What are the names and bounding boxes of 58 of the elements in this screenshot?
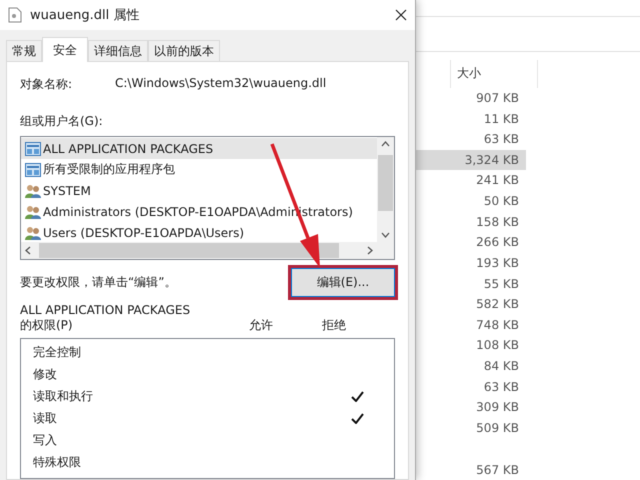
horizontal-scrollbar[interactable] bbox=[21, 242, 377, 259]
users-group-icon bbox=[25, 226, 41, 240]
column-header: 拒绝 bbox=[322, 318, 346, 332]
file-size: 567 KB bbox=[475, 462, 520, 479]
group-name: 所有受限制的应用程序包 bbox=[43, 161, 175, 178]
group-name: SYSTEM bbox=[43, 184, 91, 198]
file-size: 50 KB bbox=[482, 193, 520, 210]
group-item[interactable]: Users (DESKTOP-E1OAPDA\Users) bbox=[21, 222, 377, 242]
permission-name: 完全控制 bbox=[33, 344, 81, 358]
group-item[interactable]: 所有受限制的应用程序包 bbox=[21, 159, 377, 180]
file-size: 309 KB bbox=[475, 399, 520, 416]
window-title: wuaueng.dll 属性 bbox=[30, 7, 140, 24]
group-name: Users (DESKTOP-E1OAPDA\Users) bbox=[43, 226, 244, 240]
tab[interactable]: 详细信息 bbox=[88, 40, 148, 61]
column-header: 允许 bbox=[249, 318, 273, 332]
file-size: 193 KB bbox=[475, 254, 520, 272]
group-name: ALL APPLICATION PACKAGES bbox=[43, 142, 214, 156]
file-size: 158 KB bbox=[475, 214, 520, 231]
edit-hint: 要更改权限，请单击“编辑”。 bbox=[20, 274, 176, 291]
scrollbar-thumb[interactable] bbox=[378, 155, 393, 211]
tab[interactable]: 以前的版本 bbox=[148, 40, 220, 61]
object-path: C:\Windows\System32\wuaueng.dll bbox=[115, 76, 326, 92]
file-icon bbox=[8, 7, 22, 23]
file-size: 108 KB bbox=[475, 337, 520, 354]
permissions-subject: ALL APPLICATION PACKAGES bbox=[20, 303, 192, 317]
users-group-icon bbox=[25, 204, 41, 218]
permission-name: 读取和执行 bbox=[33, 388, 93, 402]
file-size: 84 KB bbox=[482, 358, 520, 376]
permission-name: 读取 bbox=[33, 410, 57, 424]
group-item[interactable]: SYSTEM bbox=[21, 180, 377, 201]
file-size: 509 KB bbox=[475, 420, 520, 437]
file-size: 63 KB bbox=[482, 131, 520, 148]
package-group-icon bbox=[25, 162, 41, 176]
close-icon[interactable] bbox=[395, 9, 407, 21]
permission-name: 修改 bbox=[33, 366, 57, 380]
permission-name: 写入 bbox=[33, 432, 57, 446]
package-group-icon bbox=[25, 142, 41, 156]
users-group-icon bbox=[25, 184, 41, 198]
file-size: 55 KB bbox=[482, 276, 520, 293]
group-item[interactable]: ALL APPLICATION PACKAGES bbox=[21, 138, 377, 159]
file-size: 63 KB bbox=[482, 378, 520, 396]
file-size: 241 KB bbox=[475, 172, 520, 190]
vertical-scrollbar[interactable] bbox=[377, 137, 394, 242]
edit-button[interactable]: 编辑(E)... bbox=[291, 268, 395, 297]
column-header[interactable]: 大小 bbox=[450, 60, 538, 88]
permissions-label: 的权限(P) bbox=[20, 318, 73, 332]
file-size: 907 KB bbox=[475, 90, 520, 107]
tab[interactable]: 安全 bbox=[42, 37, 88, 62]
file-size: 3,324 KB bbox=[416, 150, 526, 170]
object-name-label: 对象名称: bbox=[20, 76, 74, 93]
tab[interactable]: 常规 bbox=[6, 40, 42, 61]
file-size: 266 KB bbox=[475, 234, 520, 252]
file-size: 11 KB bbox=[482, 110, 520, 128]
groups-label: 组或用户名(G): bbox=[20, 113, 104, 130]
file-size: 748 KB bbox=[475, 316, 520, 334]
permission-name: 特殊权限 bbox=[33, 454, 81, 468]
scrollbar-thumb[interactable] bbox=[39, 243, 339, 258]
file-size: 582 KB bbox=[475, 296, 520, 314]
